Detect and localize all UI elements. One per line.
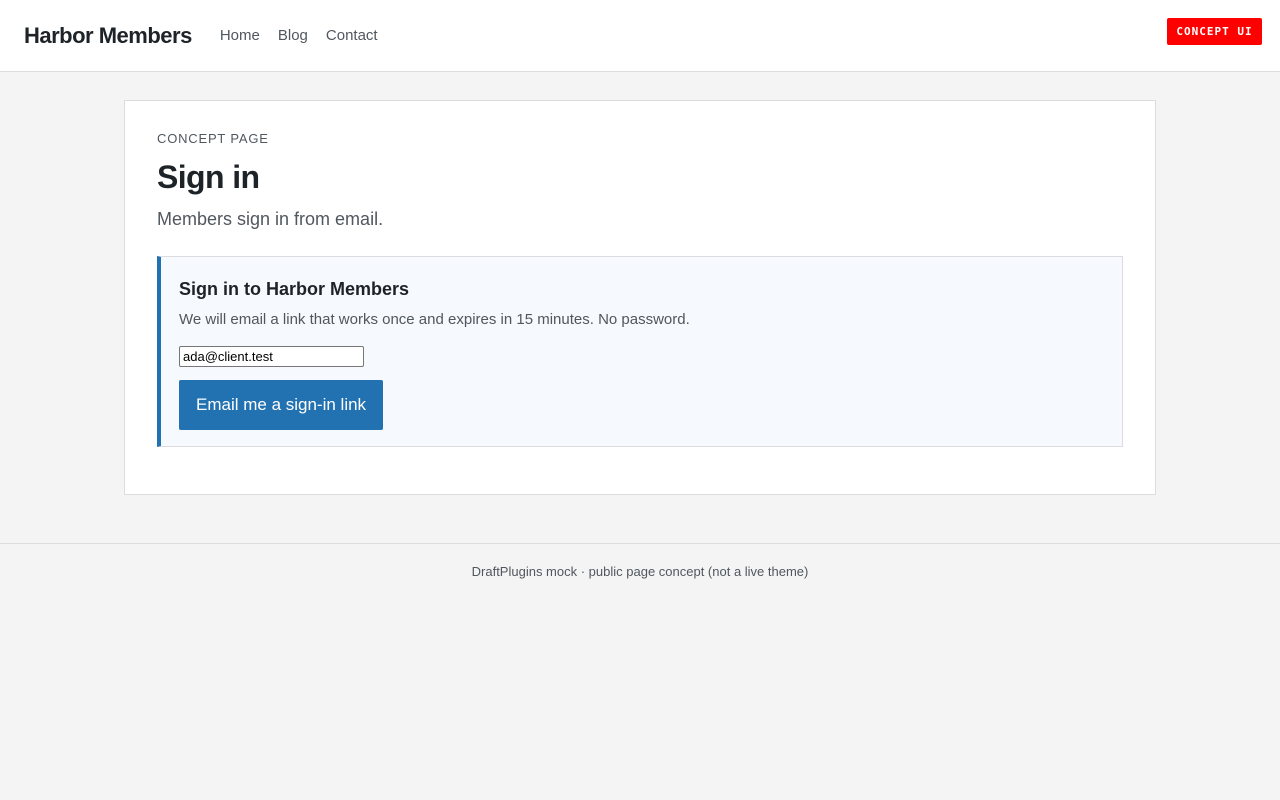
panel-title: Sign in to Harbor Members — [179, 279, 410, 299]
footer-text: DraftPlugins mock · public page concept … — [471, 564, 809, 579]
site-header: Harbor Members Home Blog Contact CONCEPT… — [0, 0, 1280, 72]
page-eyebrow: CONCEPT PAGE — [157, 131, 269, 146]
concept-ui-badge: CONCEPT UI — [1167, 18, 1262, 45]
page-subtitle: Members sign in from email. — [157, 209, 384, 229]
site-title-link[interactable]: Harbor Members — [24, 23, 192, 49]
nav-link-contact[interactable]: Contact — [326, 27, 378, 44]
nav-link-blog[interactable]: Blog — [278, 27, 308, 44]
page-title: Sign in — [157, 159, 260, 195]
site-footer: DraftPlugins mock · public page concept … — [0, 543, 1280, 579]
primary-nav: Home Blog Contact — [220, 27, 378, 44]
email-field[interactable] — [179, 346, 364, 367]
panel-description: We will email a link that works once and… — [179, 311, 690, 328]
email-signin-link-button[interactable]: Email me a sign-in link — [179, 380, 384, 430]
signin-panel: Sign in to Harbor Members We will email … — [157, 256, 1123, 447]
main-content: CONCEPT PAGE Sign in Members sign in fro… — [0, 72, 1280, 495]
signin-card: CONCEPT PAGE Sign in Members sign in fro… — [124, 100, 1156, 495]
nav-link-home[interactable]: Home — [220, 27, 260, 44]
